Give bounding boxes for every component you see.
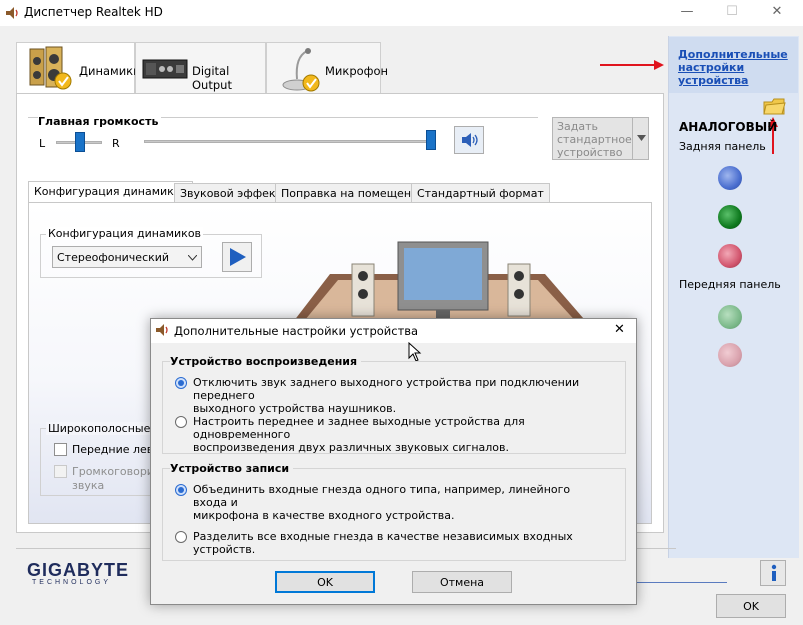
mouse-cursor-icon bbox=[408, 342, 422, 362]
chevron-down-icon bbox=[637, 135, 646, 141]
front-fullrange-checkbox[interactable] bbox=[54, 443, 67, 456]
volume-slider-track bbox=[144, 140, 436, 143]
speaker-app-icon bbox=[6, 7, 18, 19]
advanced-link-line-1: Дополнительные bbox=[678, 48, 788, 61]
separate-outputs-label-line-2: воспроизведения двух различных звуковых … bbox=[193, 441, 510, 454]
gigabyte-logo-sub: TECHNOLOGY bbox=[32, 579, 112, 586]
advanced-settings-link[interactable]: Дополнительные настройки устройства bbox=[678, 48, 796, 87]
advanced-link-line-3: устройства bbox=[678, 74, 749, 87]
back-jack-blue[interactable] bbox=[718, 166, 742, 190]
speaker-config-value: Стереофонический bbox=[57, 251, 170, 264]
combine-inputs-radio[interactable] bbox=[175, 484, 187, 496]
tab-speaker-config[interactable]: Конфигурация динамиков bbox=[28, 181, 194, 203]
speaker-config-group-title: Конфигурация динамиков bbox=[46, 227, 204, 240]
window-title: Диспетчер Realtek HD bbox=[24, 5, 163, 19]
chevron-down-icon bbox=[188, 255, 197, 261]
play-test-button[interactable] bbox=[222, 242, 252, 272]
set-default-device-button[interactable]: Задать стандартное устройство bbox=[552, 117, 649, 160]
speaker-icon bbox=[462, 133, 478, 147]
room-illustration bbox=[290, 241, 590, 326]
microphone-icon bbox=[282, 48, 320, 92]
progress-line bbox=[637, 582, 727, 583]
main-volume-title: Главная громкость bbox=[38, 115, 162, 128]
mute-rear-radio[interactable] bbox=[175, 377, 187, 389]
separate-outputs-radio[interactable] bbox=[175, 416, 187, 428]
set-default-device-label: Задать стандартное устройство bbox=[557, 120, 632, 159]
set-default-device-dropdown[interactable] bbox=[632, 118, 649, 159]
speakers-icon bbox=[29, 46, 72, 90]
back-jack-green[interactable] bbox=[718, 205, 742, 229]
front-fullrange-label: Передние левы bbox=[72, 443, 162, 456]
tab-speakers[interactable]: Динамики bbox=[16, 42, 141, 96]
record-group-title: Устройство записи bbox=[170, 462, 294, 475]
speaker-config-select[interactable]: Стереофонический bbox=[52, 246, 202, 268]
tab-sound-effect[interactable]: Звуковой эффект bbox=[174, 183, 288, 203]
dialog-title: Дополнительные настройки устройства bbox=[174, 324, 419, 338]
mute-rear-label-line-1: Отключить звук заднего выходного устройс… bbox=[193, 376, 580, 402]
main-ok-button[interactable]: OK bbox=[716, 594, 786, 618]
tab-speakers-label: Динамики bbox=[79, 64, 141, 78]
red-arrow-right-icon bbox=[600, 60, 664, 70]
mute-button[interactable] bbox=[454, 126, 484, 154]
dialog-ok-button[interactable]: OK bbox=[275, 571, 375, 593]
speaker-app-icon bbox=[156, 324, 168, 336]
title-bar: Диспетчер Realtek HD — ☐ ✕ bbox=[0, 0, 803, 26]
tab-microphone-label: Микрофон bbox=[325, 64, 389, 78]
folder-settings-icon[interactable] bbox=[762, 96, 786, 116]
minimize-button[interactable]: — bbox=[672, 4, 702, 19]
surround-fullrange-checkbox[interactable] bbox=[54, 465, 67, 478]
digital-output-icon bbox=[142, 59, 188, 79]
combine-inputs-label: Объединить входные гнезда одного типа, н… bbox=[193, 483, 593, 522]
surround-fullrange-label-2: звука bbox=[72, 479, 105, 492]
balance-left-label: L bbox=[39, 137, 46, 150]
tab-room-correction[interactable]: Поправка на помещение bbox=[275, 183, 431, 203]
combine-inputs-label-line-2: микрофона в качестве входного устройства… bbox=[193, 509, 455, 522]
tab-default-format[interactable]: Стандартный формат bbox=[411, 183, 550, 203]
surround-fullrange-label-1: Громкоговорит bbox=[72, 465, 161, 478]
balance-right-label: R bbox=[112, 137, 120, 150]
mute-rear-label-line-2: выходного устройства наушников. bbox=[193, 402, 397, 415]
volume-slider-thumb[interactable] bbox=[426, 130, 436, 150]
maximize-button[interactable]: ☐ bbox=[717, 4, 747, 19]
separate-inputs-radio[interactable] bbox=[175, 531, 187, 543]
analog-label: АНАЛОГОВЫЙ bbox=[679, 120, 778, 134]
separate-inputs-label: Разделить все входные гнезда в качестве … bbox=[193, 530, 573, 556]
gigabyte-logo: GIGABYTE bbox=[27, 560, 130, 580]
separate-outputs-label-line-1: Настроить переднее и заднее выходные уст… bbox=[193, 415, 525, 441]
close-button[interactable]: ✕ bbox=[762, 4, 792, 19]
separate-outputs-label: Настроить переднее и заднее выходные уст… bbox=[193, 415, 593, 454]
info-icon bbox=[771, 564, 777, 581]
dialog-close-button[interactable]: ✕ bbox=[614, 322, 625, 337]
advanced-link-line-2: настройки bbox=[678, 61, 745, 74]
playback-group-title: Устройство воспроизведения bbox=[170, 355, 362, 368]
mute-rear-label: Отключить звук заднего выходного устройс… bbox=[193, 376, 593, 415]
front-jack-pink[interactable] bbox=[718, 343, 742, 367]
tab-digital-output[interactable]: Digital Output bbox=[135, 42, 266, 94]
play-icon bbox=[230, 248, 246, 266]
tab-microphone[interactable]: Микрофон bbox=[266, 42, 388, 94]
front-panel-label: Передняя панель bbox=[679, 278, 781, 291]
dialog-cancel-button[interactable]: Отмена bbox=[412, 571, 512, 593]
front-jack-green[interactable] bbox=[718, 305, 742, 329]
info-button[interactable] bbox=[760, 560, 786, 586]
balance-slider-thumb[interactable] bbox=[75, 132, 85, 152]
back-jack-pink[interactable] bbox=[718, 244, 742, 268]
back-panel-label: Задняя панель bbox=[679, 140, 766, 153]
combine-inputs-label-line-1: Объединить входные гнезда одного типа, н… bbox=[193, 483, 571, 509]
tab-digital-output-label: Digital Output bbox=[192, 64, 232, 92]
